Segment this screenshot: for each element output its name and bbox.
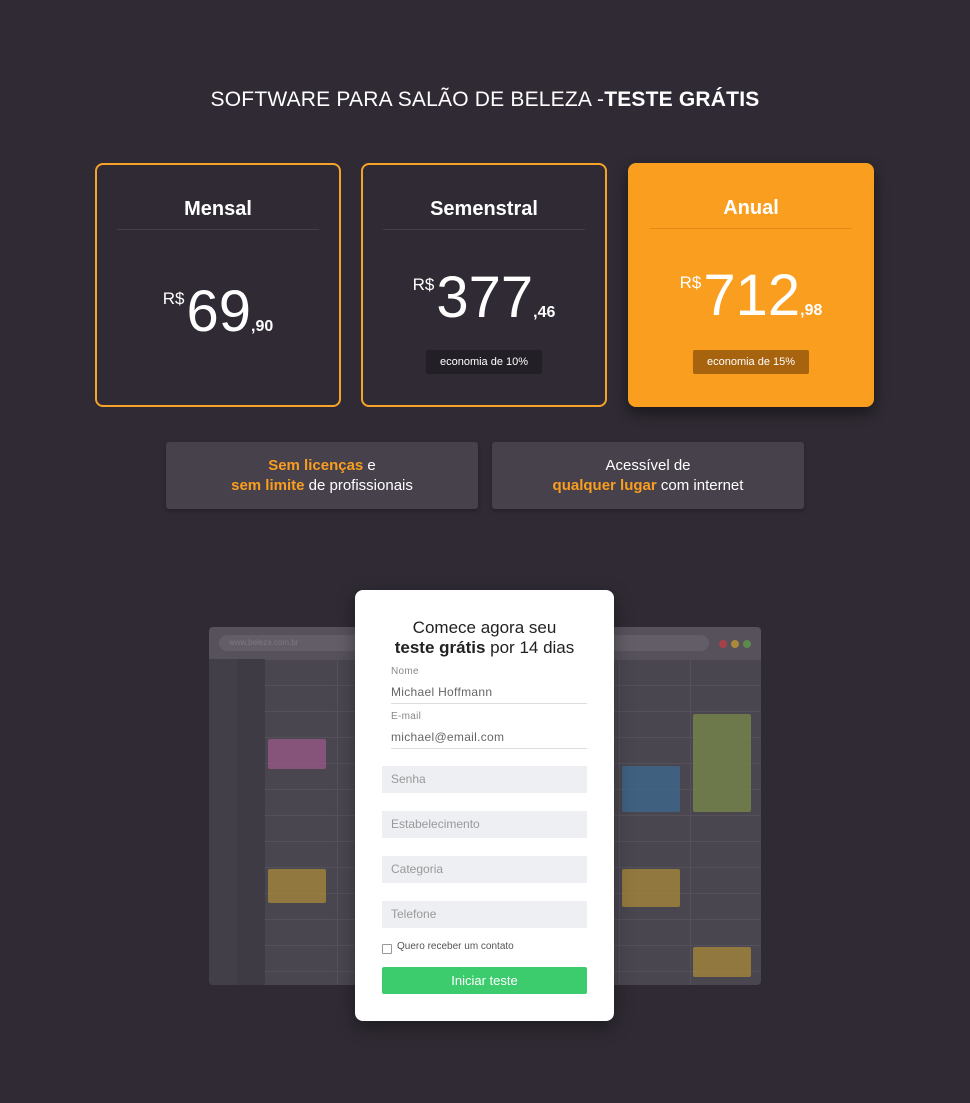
calendar-event bbox=[268, 739, 326, 769]
plan-price: R$377,46 bbox=[412, 265, 556, 330]
calendar-event bbox=[693, 947, 751, 977]
feature-access-anywhere: Acessível de qualquer lugar com internet bbox=[492, 442, 804, 509]
contact-checkbox-label[interactable]: Quero receber um contato bbox=[397, 941, 514, 952]
category-field[interactable]: Categoria bbox=[382, 856, 587, 883]
form-title: Comece agora seu teste grátis por 14 dias bbox=[394, 618, 575, 657]
feature-unlimited-licenses: Sem licenças e sem limite de profissiona… bbox=[166, 442, 478, 509]
start-trial-button[interactable]: Iniciar teste bbox=[382, 967, 587, 994]
name-field[interactable]: Michael Hoffmann bbox=[391, 685, 587, 704]
discount-badge: economia de 10% bbox=[425, 350, 543, 374]
window-close-dot bbox=[719, 640, 727, 648]
discount-badge: economia de 15% bbox=[692, 350, 810, 374]
calendar-event bbox=[622, 869, 680, 907]
phone-field[interactable]: Telefone bbox=[382, 901, 587, 928]
window-minimize-dot bbox=[731, 640, 739, 648]
trial-signup-form: Comece agora seu teste grátis por 14 dias… bbox=[355, 590, 614, 1021]
plan-title: Semenstral bbox=[383, 165, 585, 230]
contact-checkbox[interactable] bbox=[382, 944, 392, 954]
establishment-field[interactable]: Estabelecimento bbox=[382, 811, 587, 838]
plan-price: R$69,90 bbox=[162, 279, 274, 344]
email-field[interactable]: michael@email.com bbox=[391, 730, 587, 749]
page-headline: SOFTWARE PARA SALÃO DE BELEZA -TESTE GRÁ… bbox=[210, 88, 760, 111]
password-field[interactable]: Senha bbox=[382, 766, 587, 793]
plan-card-semestral[interactable]: Semenstral R$377,46 economia de 10% bbox=[361, 163, 607, 407]
calendar-event bbox=[268, 869, 326, 903]
plan-card-anual[interactable]: Anual R$712,98 economia de 15% bbox=[628, 163, 874, 407]
plan-price: R$712,98 bbox=[679, 263, 823, 328]
plan-title: Mensal bbox=[117, 165, 319, 230]
email-label: E-mail bbox=[391, 711, 422, 722]
plan-title: Anual bbox=[650, 165, 852, 229]
window-maximize-dot bbox=[743, 640, 751, 648]
name-label: Nome bbox=[391, 666, 419, 677]
calendar-event bbox=[693, 714, 751, 812]
calendar-event bbox=[622, 766, 680, 812]
plan-card-mensal[interactable]: Mensal R$69,90 bbox=[95, 163, 341, 407]
mockup-time-column bbox=[237, 659, 265, 985]
mockup-sidebar bbox=[209, 659, 237, 985]
